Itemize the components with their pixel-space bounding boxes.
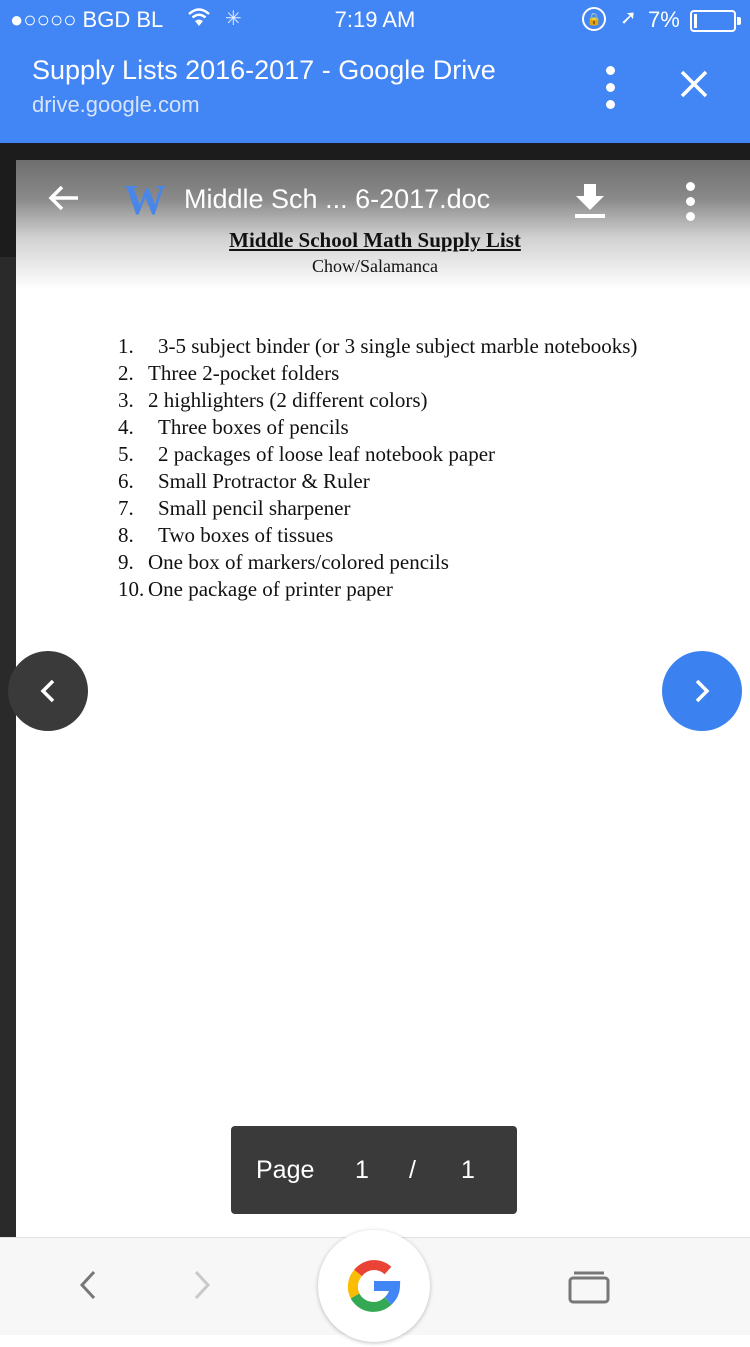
list-item: 3. 2 highlighters (2 different colors) xyxy=(118,388,428,412)
rotation-lock-icon: 🔒 xyxy=(582,7,606,31)
list-item: 8. Two boxes of tissues xyxy=(118,523,334,547)
download-icon[interactable] xyxy=(572,182,608,220)
list-item: 4. Three boxes of pencils xyxy=(118,415,349,439)
document-more-icon[interactable] xyxy=(680,182,700,222)
total-pages: 1 xyxy=(461,1156,475,1184)
google-g-icon xyxy=(347,1260,401,1312)
page-label: Page xyxy=(256,1156,315,1184)
list-item: 9. One box of markers/colored pencils xyxy=(118,550,449,574)
page-separator: / xyxy=(409,1156,416,1184)
list-item: 5. 2 packages of loose leaf notebook pape… xyxy=(118,442,496,466)
close-icon[interactable] xyxy=(672,62,716,106)
list-item: 7. Small pencil sharpener xyxy=(118,496,351,520)
page-indicator: Page 1 / 1 xyxy=(231,1126,517,1214)
more-options-icon[interactable] xyxy=(590,66,630,122)
battery-icon xyxy=(690,10,741,32)
tabs-icon[interactable] xyxy=(568,1270,610,1304)
list-item: 2. Three 2-pocket folders xyxy=(118,361,340,385)
next-file-button[interactable] xyxy=(662,651,742,731)
list-item: 6. Small Protractor & Ruler xyxy=(118,469,370,493)
browser-forward-button[interactable] xyxy=(182,1260,222,1310)
google-button[interactable] xyxy=(318,1230,430,1342)
list-item: 10. One package of printer paper xyxy=(118,577,393,601)
page-url: drive.google.com xyxy=(32,92,200,117)
document-subheading: Chow/Salamanca xyxy=(312,256,438,276)
current-page: 1 xyxy=(355,1156,369,1184)
list-item: 1. 3-5 subject binder (or 3 single subjec… xyxy=(118,334,638,358)
viewer-edge xyxy=(0,257,16,1237)
previous-file-button[interactable] xyxy=(8,651,88,731)
browser-back-button[interactable] xyxy=(68,1260,108,1310)
status-time: 7:19 AM xyxy=(334,7,416,32)
document-page xyxy=(16,160,750,1237)
location-arrow-icon: ➚ xyxy=(620,7,637,29)
document-heading: Middle School Math Supply List xyxy=(229,228,521,252)
back-arrow-icon[interactable] xyxy=(44,178,94,222)
battery-percent: 7% xyxy=(648,7,680,32)
document-file-name: Middle Sch ... 6-2017.doc xyxy=(184,184,491,214)
supply-list: 1. 3-5 subject binder (or 3 single subjec… xyxy=(118,333,738,603)
browser-bottom-bar xyxy=(0,1230,750,1342)
word-file-icon: W xyxy=(124,178,166,224)
app-header: Supply Lists 2016-2017 - Google Drive dr… xyxy=(0,40,750,143)
page-title: Supply Lists 2016-2017 - Google Drive xyxy=(32,55,496,85)
status-bar: ●○○○○ BGD BL ✳ 7:19 AM 🔒 ➚ 7% xyxy=(0,0,750,40)
